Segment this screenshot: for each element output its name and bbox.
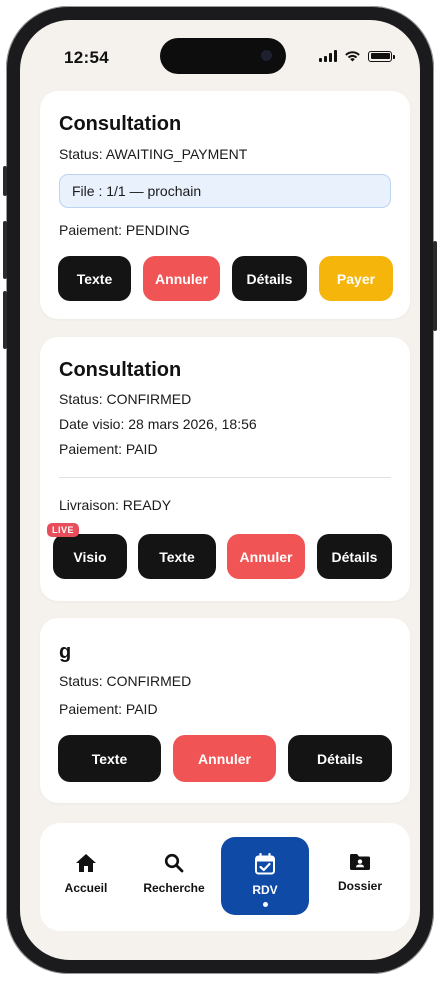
bottom-navigation: Accueil Recherche RDV Dossier	[40, 823, 410, 931]
text-button[interactable]: Texte	[58, 735, 161, 782]
card-title: Consultation	[59, 113, 182, 135]
volume-up-button	[3, 221, 7, 279]
signal-icon	[319, 50, 337, 62]
card-title: Consultation	[59, 359, 182, 381]
pay-button[interactable]: Payer	[319, 256, 393, 301]
nav-item-recherche[interactable]: Recherche	[130, 837, 218, 915]
payment-text: Paiement: PAID	[59, 441, 158, 457]
card-title: g	[59, 641, 72, 663]
details-button[interactable]: Détails	[317, 534, 392, 579]
power-button	[433, 241, 437, 331]
cancel-button[interactable]: Annuler	[143, 256, 220, 301]
mute-switch	[3, 166, 7, 196]
nav-label: Dossier	[337, 879, 383, 893]
nav-label: Recherche	[143, 881, 205, 895]
dynamic-island	[160, 38, 286, 74]
status-text: Status: CONFIRMED	[59, 391, 192, 407]
visio-date-text: Date visio: 28 mars 2026, 18:56	[59, 416, 257, 432]
camera-icon	[261, 50, 272, 61]
battery-icon	[368, 50, 395, 62]
phone-frame: 12:54 Consultation Status: AWAITING_PAYM…	[3, 6, 437, 974]
system-icons	[319, 50, 395, 62]
live-badge: LIVE	[47, 523, 80, 537]
appointment-card-1: Consultation Status: AWAITING_PAYMENT Fi…	[40, 91, 410, 319]
divider	[59, 477, 391, 478]
calendar-check-icon	[255, 853, 275, 875]
home-icon	[76, 854, 96, 872]
active-indicator-dot	[262, 902, 268, 907]
appointment-card-3: g Status: CONFIRMED Paiement: PAID Texte…	[40, 618, 410, 803]
status-time: 12:54	[64, 48, 109, 67]
payment-text: Paiement: PENDING	[59, 222, 190, 238]
nav-item-accueil[interactable]: Accueil	[42, 837, 130, 915]
appointment-card-2: Consultation Status: CONFIRMED Date visi…	[40, 337, 410, 601]
delivery-text: Livraison: READY	[59, 497, 172, 513]
nav-label: RDV	[252, 883, 278, 897]
nav-item-dossier[interactable]: Dossier	[316, 837, 404, 915]
queue-info: File : 1/1 — prochain	[59, 174, 391, 208]
status-text: Status: AWAITING_PAYMENT	[59, 146, 248, 162]
status-text: Status: CONFIRMED	[59, 673, 192, 689]
nav-label: Accueil	[64, 881, 108, 895]
status-bar: 12:54	[20, 20, 420, 82]
text-button[interactable]: Texte	[58, 256, 131, 301]
nav-item-rdv[interactable]: RDV	[221, 837, 309, 915]
wifi-icon	[345, 51, 360, 62]
volume-down-button	[3, 291, 7, 349]
cancel-button[interactable]: Annuler	[227, 534, 305, 579]
text-button[interactable]: Texte	[138, 534, 216, 579]
details-button[interactable]: Détails	[288, 735, 392, 782]
payment-text: Paiement: PAID	[59, 701, 158, 717]
details-button[interactable]: Détails	[232, 256, 307, 301]
search-icon	[164, 853, 184, 873]
visio-button[interactable]: Visio	[53, 534, 127, 579]
cancel-button[interactable]: Annuler	[173, 735, 276, 782]
app-screen: 12:54 Consultation Status: AWAITING_PAYM…	[20, 20, 420, 960]
folder-user-icon	[350, 854, 370, 870]
